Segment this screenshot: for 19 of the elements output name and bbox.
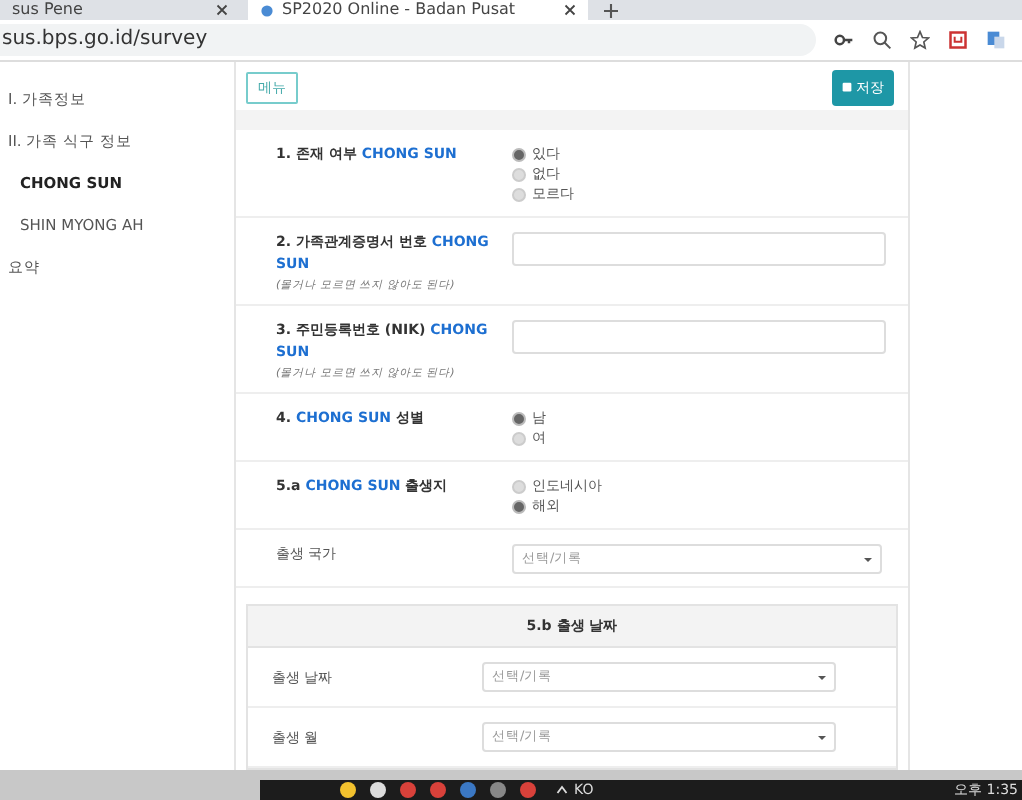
globe-icon [260,3,274,17]
caret-icon [818,675,826,679]
chevron-icon[interactable] [556,784,568,796]
text-field[interactable] [512,320,886,354]
zoom-icon[interactable] [872,30,892,50]
caret-icon [818,735,826,739]
save-icon [842,82,852,92]
close-icon[interactable] [564,4,576,16]
text-field[interactable] [512,232,886,266]
caret-icon [864,557,872,561]
extension-icon[interactable] [948,30,968,50]
browser-tab[interactable]: SP2020 Online - Badan Pusat [248,0,588,20]
new-tab-icon[interactable] [604,3,618,17]
browser-tab[interactable]: sus Pene [0,0,240,20]
close-icon[interactable] [216,4,228,16]
key-icon[interactable] [834,30,854,50]
translate-icon[interactable] [986,30,1006,50]
address-field[interactable]: sus.bps.go.id/survey [0,24,816,56]
star-icon[interactable] [910,30,930,50]
